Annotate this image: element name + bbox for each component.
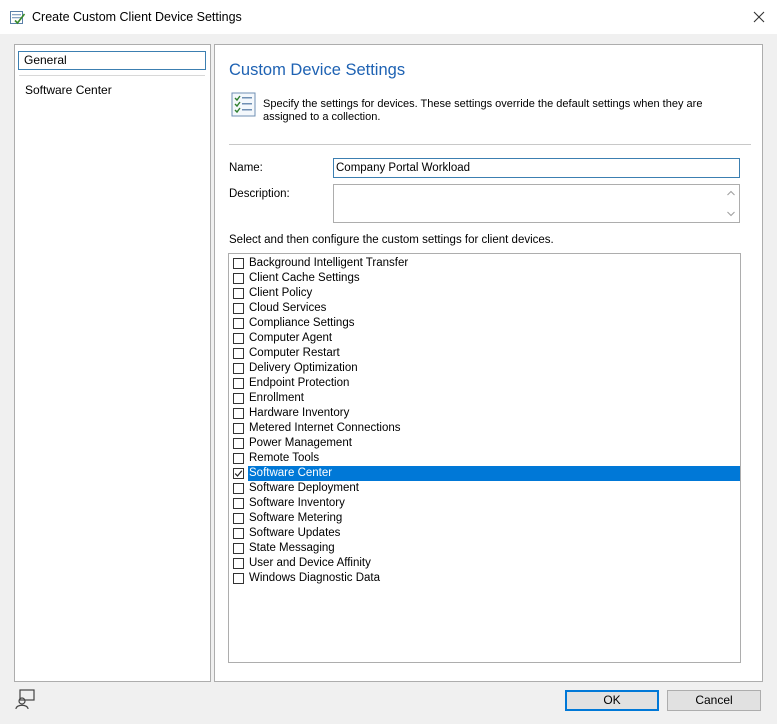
info-description: Specify the settings for devices. These … (263, 98, 743, 124)
feedback-icon[interactable] (14, 688, 36, 710)
setting-row[interactable]: Compliance Settings (229, 316, 740, 331)
setting-row[interactable]: Power Management (229, 436, 740, 451)
setting-checkbox[interactable] (233, 303, 244, 314)
cancel-button[interactable]: Cancel (667, 690, 761, 711)
setting-label: Endpoint Protection (248, 376, 349, 391)
page-title: Custom Device Settings (229, 61, 405, 80)
setting-label: Computer Agent (248, 331, 332, 346)
sidebar-nav: General Software Center (14, 44, 211, 682)
setting-label: Remote Tools (248, 451, 319, 466)
setting-checkbox[interactable] (233, 453, 244, 464)
settings-list-label: Select and then configure the custom set… (229, 234, 554, 246)
setting-checkbox[interactable] (233, 258, 244, 269)
sidebar-divider (19, 75, 205, 76)
setting-row[interactable]: User and Device Affinity (229, 556, 740, 571)
ok-button[interactable]: OK (565, 690, 659, 711)
setting-label: Enrollment (248, 391, 304, 406)
setting-checkbox[interactable] (233, 423, 244, 434)
setting-label: Background Intelligent Transfer (248, 256, 408, 271)
setting-checkbox[interactable] (233, 378, 244, 389)
setting-label: Metered Internet Connections (248, 421, 401, 436)
settings-checklist: Background Intelligent TransferClient Ca… (228, 253, 741, 663)
setting-label: Compliance Settings (248, 316, 354, 331)
description-label: Description: (229, 188, 290, 200)
setting-row[interactable]: Cloud Services (229, 301, 740, 316)
setting-row[interactable]: Client Cache Settings (229, 271, 740, 286)
close-icon[interactable] (747, 7, 771, 27)
sidebar-item-general[interactable]: General (18, 51, 206, 70)
setting-row[interactable]: Endpoint Protection (229, 376, 740, 391)
setting-label: State Messaging (248, 541, 335, 556)
setting-label: Software Updates (248, 526, 340, 541)
setting-label: Client Policy (248, 286, 312, 301)
setting-row[interactable]: Software Center (229, 466, 740, 481)
setting-checkbox[interactable] (233, 273, 244, 284)
setting-label: Software Deployment (248, 481, 359, 496)
setting-row[interactable]: Computer Restart (229, 346, 740, 361)
setting-checkbox[interactable] (233, 408, 244, 419)
section-divider (229, 144, 751, 146)
setting-row[interactable]: Windows Diagnostic Data (229, 571, 740, 586)
description-input[interactable] (333, 184, 740, 223)
setting-checkbox[interactable] (233, 528, 244, 539)
setting-checkbox[interactable] (233, 393, 244, 404)
setting-row[interactable]: Background Intelligent Transfer (229, 256, 740, 271)
setting-row[interactable]: Software Updates (229, 526, 740, 541)
main-panel: Custom Device Settings Specify the setti… (214, 44, 763, 682)
setting-row[interactable]: Software Metering (229, 511, 740, 526)
setting-label: Software Center (248, 466, 740, 481)
checkmark-icon (234, 469, 243, 478)
title-bar: Create Custom Client Device Settings (0, 0, 777, 34)
setting-label: Software Inventory (248, 496, 345, 511)
name-input[interactable]: Company Portal Workload (333, 158, 740, 178)
setting-checkbox[interactable] (233, 483, 244, 494)
setting-checkbox[interactable] (233, 498, 244, 509)
setting-row[interactable]: Client Policy (229, 286, 740, 301)
setting-label: Windows Diagnostic Data (248, 571, 380, 586)
setting-row[interactable]: Computer Agent (229, 331, 740, 346)
sidebar-item-software-center[interactable]: Software Center (18, 82, 206, 101)
description-scrollbar[interactable] (723, 185, 739, 222)
setting-row[interactable]: Remote Tools (229, 451, 740, 466)
setting-row[interactable]: Software Deployment (229, 481, 740, 496)
settings-app-icon (9, 9, 26, 26)
setting-label: Client Cache Settings (248, 271, 360, 286)
setting-row[interactable]: Enrollment (229, 391, 740, 406)
setting-checkbox[interactable] (233, 288, 244, 299)
setting-checkbox[interactable] (233, 543, 244, 554)
setting-row[interactable]: Hardware Inventory (229, 406, 740, 421)
setting-row[interactable]: Metered Internet Connections (229, 421, 740, 436)
setting-row[interactable]: Delivery Optimization (229, 361, 740, 376)
setting-label: Delivery Optimization (248, 361, 358, 376)
settings-list-icon (229, 91, 259, 119)
setting-label: Cloud Services (248, 301, 326, 316)
setting-checkbox[interactable] (233, 363, 244, 374)
setting-checkbox[interactable] (233, 438, 244, 449)
setting-checkbox[interactable] (233, 573, 244, 584)
setting-label: Software Metering (248, 511, 342, 526)
setting-row[interactable]: Software Inventory (229, 496, 740, 511)
setting-label: Hardware Inventory (248, 406, 349, 421)
setting-label: Computer Restart (248, 346, 340, 361)
setting-label: Power Management (248, 436, 352, 451)
name-label: Name: (229, 162, 263, 174)
window-title: Create Custom Client Device Settings (32, 10, 242, 24)
setting-checkbox[interactable] (233, 513, 244, 524)
setting-checkbox[interactable] (233, 558, 244, 569)
setting-row[interactable]: State Messaging (229, 541, 740, 556)
setting-checkbox[interactable] (233, 318, 244, 329)
setting-checkbox[interactable] (233, 333, 244, 344)
setting-label: User and Device Affinity (248, 556, 371, 571)
setting-checkbox[interactable] (233, 468, 244, 479)
setting-checkbox[interactable] (233, 348, 244, 359)
